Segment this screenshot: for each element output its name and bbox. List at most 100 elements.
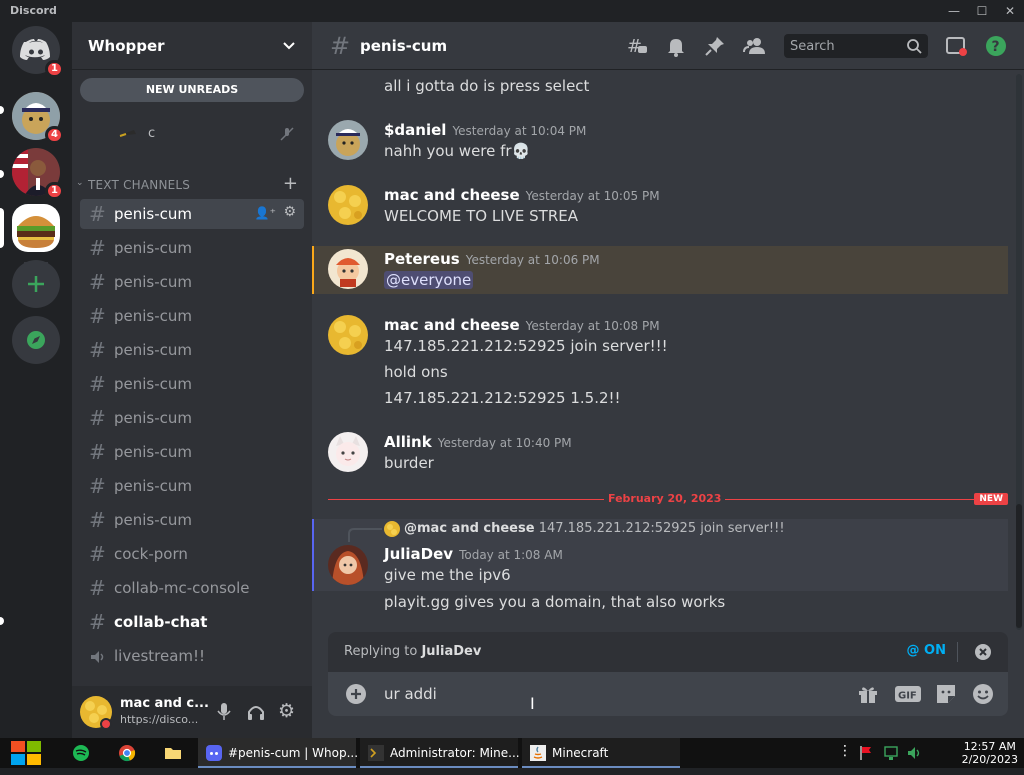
microphone-icon[interactable] bbox=[216, 702, 232, 726]
author-name[interactable]: Petereus bbox=[384, 250, 460, 268]
windows-start-icon[interactable] bbox=[10, 738, 42, 768]
author-avatar[interactable] bbox=[328, 120, 368, 160]
server-icon-whopper[interactable] bbox=[12, 204, 60, 252]
inbox-icon[interactable] bbox=[944, 34, 968, 58]
cancel-reply-close-icon[interactable] bbox=[974, 643, 992, 665]
message-author[interactable]: $daniel Yesterday at 10:04 PM bbox=[384, 121, 586, 139]
member-list-icon[interactable] bbox=[743, 34, 767, 58]
reply-text: 147.185.221.212:52925 join server!!! bbox=[538, 521, 785, 536]
spotify-icon[interactable] bbox=[72, 744, 90, 774]
message-author[interactable]: Allink Yesterday at 10:40 PM bbox=[384, 433, 572, 451]
message-text: nahh you were fr💀 bbox=[384, 142, 531, 160]
selected-indicator bbox=[0, 208, 4, 248]
author-name[interactable]: mac and cheese bbox=[384, 316, 520, 334]
category-label: TEXT CHANNELS bbox=[88, 178, 191, 192]
taskbar-app-label: Administrator: Mine... bbox=[390, 746, 520, 760]
invite-icon[interactable]: 👤⁺ bbox=[255, 206, 276, 220]
notification-bell-icon[interactable] bbox=[664, 34, 688, 58]
replying-prefix: Replying to bbox=[344, 644, 422, 659]
channel-item[interactable]: # cock-porn bbox=[80, 539, 304, 569]
home-button[interactable]: 1 bbox=[12, 26, 64, 78]
channel-item[interactable]: # penis-cum bbox=[80, 369, 304, 399]
system-clock[interactable]: 12:57 AM 2/20/2023 bbox=[962, 740, 1018, 766]
svg-text:GIF: GIF bbox=[898, 691, 917, 702]
chrome-icon[interactable] bbox=[118, 744, 136, 774]
search-icon bbox=[906, 38, 922, 58]
message-author[interactable]: mac and cheese Yesterday at 10:08 PM bbox=[384, 316, 660, 334]
channel-item[interactable]: # penis-cum bbox=[80, 505, 304, 535]
channel-item[interactable]: # penis-cum bbox=[80, 301, 304, 331]
channel-item[interactable]: # penis-cum bbox=[80, 233, 304, 263]
emoji-icon[interactable] bbox=[971, 682, 995, 706]
flag-alert-icon[interactable] bbox=[858, 745, 874, 775]
new-unreads-button[interactable]: NEW UNREADS bbox=[80, 78, 304, 102]
hashtag-icon: # bbox=[89, 338, 106, 362]
network-icon[interactable] bbox=[883, 745, 899, 775]
message-author[interactable]: mac and cheese Yesterday at 10:05 PM bbox=[384, 186, 660, 204]
volume-icon[interactable] bbox=[906, 745, 922, 775]
system-tray-overflow-icon[interactable]: ⋮ bbox=[838, 743, 852, 773]
help-icon[interactable]: ? bbox=[984, 34, 1008, 58]
message-input[interactable] bbox=[384, 684, 784, 704]
everyone-mention[interactable]: @everyone bbox=[384, 271, 474, 289]
author-name[interactable]: $daniel bbox=[384, 121, 446, 139]
headphones-icon[interactable] bbox=[246, 702, 266, 726]
guild-header[interactable]: Whopper bbox=[72, 22, 312, 70]
channel-item[interactable]: # penis-cum bbox=[80, 335, 304, 365]
author-avatar[interactable] bbox=[328, 249, 368, 289]
channel-item[interactable]: # collab-chat bbox=[80, 607, 304, 637]
maximize-button[interactable]: ☐ bbox=[972, 2, 992, 20]
threads-icon[interactable]: # bbox=[625, 34, 649, 58]
author-avatar[interactable] bbox=[328, 185, 368, 225]
author-avatar[interactable] bbox=[328, 432, 368, 472]
add-server-button[interactable] bbox=[12, 260, 60, 308]
hashtag-icon: # bbox=[89, 576, 106, 600]
username: mac and c... bbox=[120, 696, 209, 711]
channel-item[interactable]: # penis-cum 👤⁺ ⚙ bbox=[80, 199, 304, 229]
pin-icon[interactable] bbox=[703, 34, 727, 58]
create-channel-plus-icon[interactable]: + bbox=[283, 173, 298, 194]
hashtag-icon: # bbox=[89, 270, 106, 294]
author-avatar[interactable] bbox=[328, 315, 368, 355]
user-settings-gear-icon[interactable]: ⚙ bbox=[278, 700, 295, 722]
search-box[interactable] bbox=[784, 34, 928, 58]
channel-item[interactable]: # penis-cum bbox=[80, 267, 304, 297]
explore-servers-button[interactable] bbox=[12, 316, 60, 364]
mention-toggle[interactable]: @ ON bbox=[907, 643, 946, 658]
chevron-down-icon bbox=[282, 38, 296, 57]
author-avatar[interactable] bbox=[328, 545, 368, 585]
gear-icon[interactable]: ⚙ bbox=[283, 204, 296, 220]
minimize-button[interactable]: — bbox=[944, 2, 964, 20]
category-text-channels[interactable]: ⌄ TEXT CHANNELS + bbox=[76, 173, 308, 194]
title-bar: Discord — ☐ ✕ bbox=[0, 0, 1024, 22]
gift-icon[interactable] bbox=[856, 682, 880, 706]
voice-user-name: c bbox=[148, 126, 156, 141]
message-author[interactable]: Petereus Yesterday at 10:06 PM bbox=[384, 250, 600, 268]
voice-channel-item[interactable]: livestream!! bbox=[80, 641, 304, 671]
attach-plus-icon[interactable] bbox=[344, 682, 368, 706]
taskbar-app-minecraft[interactable]: Minecraft bbox=[522, 738, 680, 768]
server-icon[interactable]: 4 bbox=[12, 92, 64, 144]
taskbar-app-terminal[interactable]: Administrator: Mine... bbox=[360, 738, 520, 768]
channel-item[interactable]: # penis-cum bbox=[80, 437, 304, 467]
gif-icon[interactable]: GIF bbox=[894, 682, 922, 706]
scrollbar-thumb[interactable] bbox=[1016, 504, 1022, 628]
message-timestamp: Today at 1:08 AM bbox=[459, 548, 563, 562]
reply-preview[interactable]: @mac and cheese 147.185.221.212:52925 jo… bbox=[404, 521, 785, 536]
channel-item[interactable]: # penis-cum bbox=[80, 471, 304, 501]
author-name[interactable]: mac and cheese bbox=[384, 186, 520, 204]
server-icon[interactable]: 1 bbox=[12, 148, 64, 200]
sticker-icon[interactable] bbox=[934, 682, 958, 706]
channel-item[interactable]: # penis-cum bbox=[80, 403, 304, 433]
close-window-button[interactable]: ✕ bbox=[1000, 2, 1020, 20]
search-input[interactable] bbox=[790, 38, 900, 54]
author-name[interactable]: Allink bbox=[384, 433, 432, 451]
message-author[interactable]: JuliaDev Today at 1:08 AM bbox=[384, 545, 563, 563]
taskbar-app-discord[interactable]: #penis-cum | Whop... bbox=[198, 738, 359, 768]
scrollbar-track[interactable] bbox=[1016, 74, 1022, 630]
taskbar-app-label: #penis-cum | Whop... bbox=[228, 746, 359, 760]
author-name[interactable]: JuliaDev bbox=[384, 545, 453, 563]
channel-item[interactable]: # collab-mc-console bbox=[80, 573, 304, 603]
file-explorer-icon[interactable] bbox=[164, 744, 182, 774]
channel-label: penis-cum bbox=[114, 205, 193, 223]
